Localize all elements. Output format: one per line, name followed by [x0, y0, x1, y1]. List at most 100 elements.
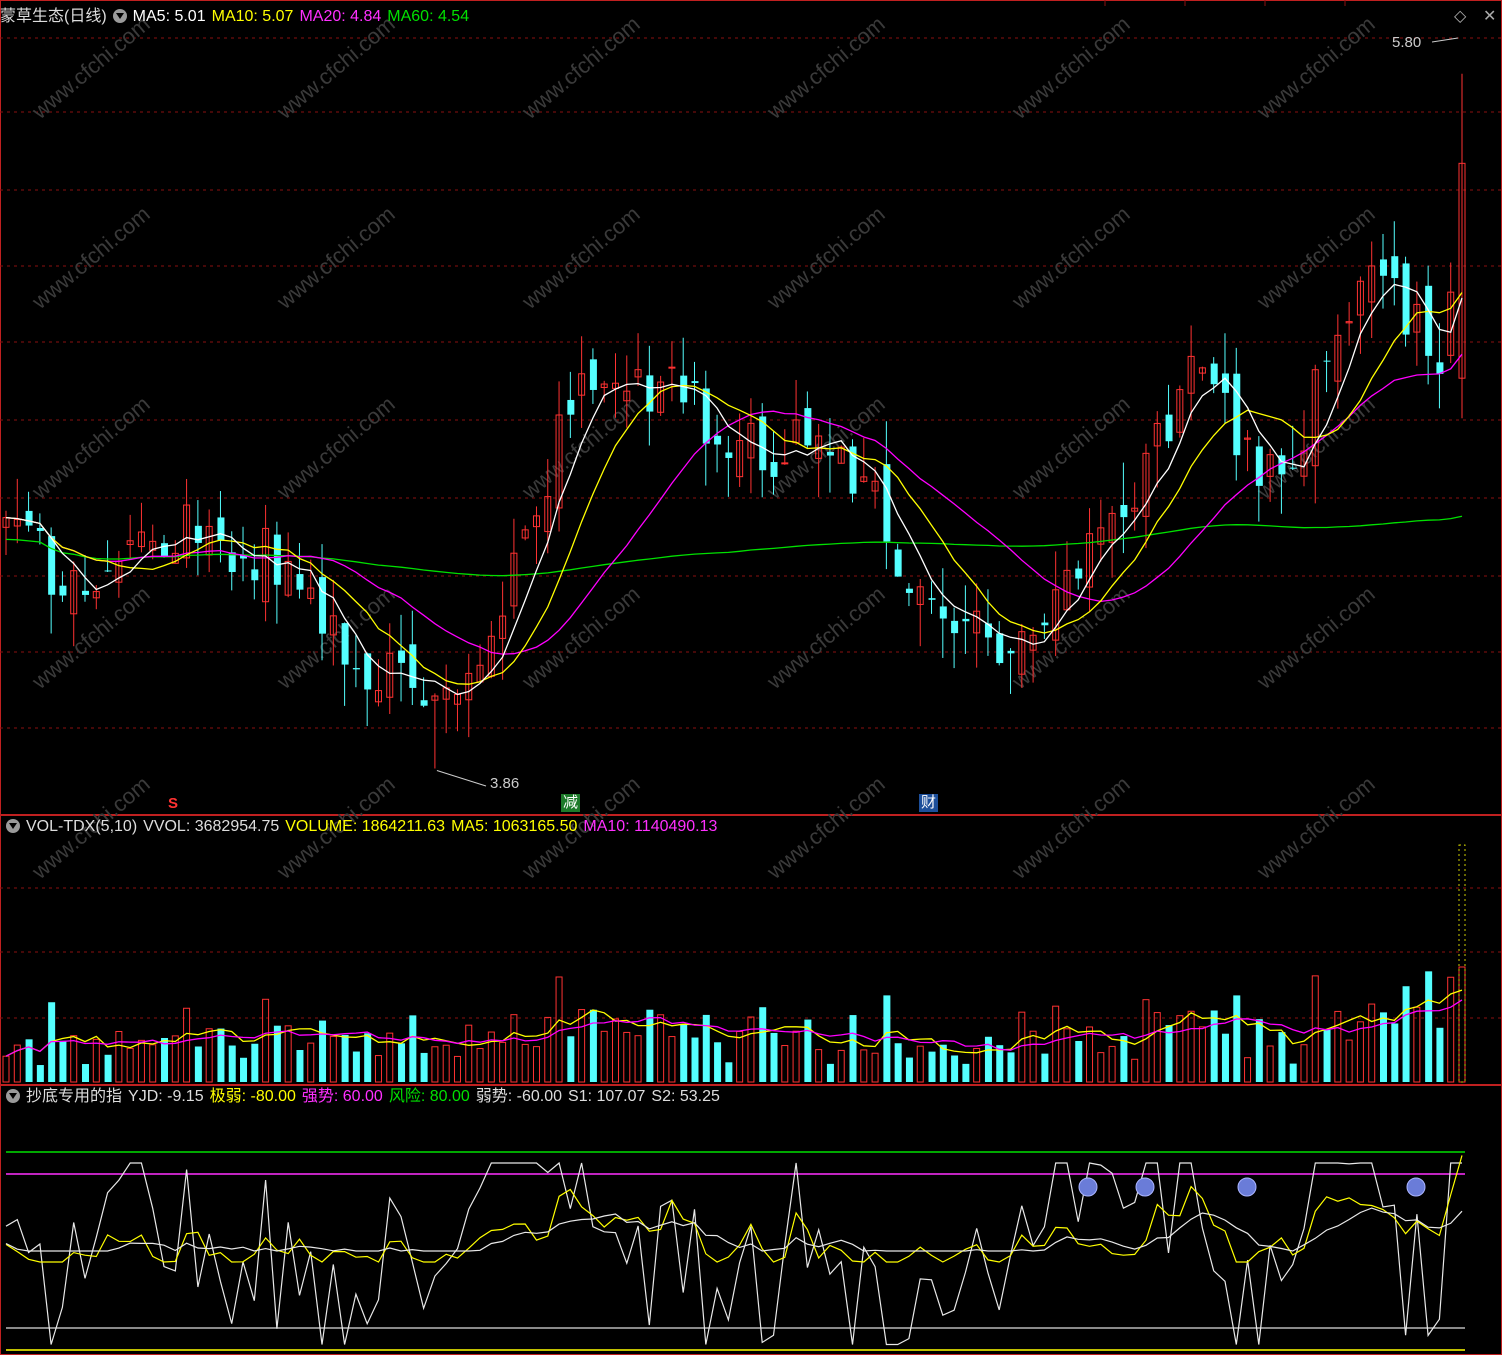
volume-bar-up [92, 1038, 100, 1083]
volume-bar-down [567, 1036, 575, 1082]
candle-body-down [894, 549, 902, 577]
watermark: www.cfchi.com [1006, 581, 1134, 694]
volume-bar-up [115, 1031, 123, 1083]
marker-cai[interactable]: 财 [919, 794, 939, 812]
candle-body-down [646, 375, 654, 412]
indicator-title: 抄底专用的指 [26, 1088, 123, 1105]
volume-bar-up [1029, 1030, 1037, 1083]
watermark: www.cfchi.com [516, 11, 644, 124]
volume-bar-down [1221, 1033, 1229, 1082]
volume-bar-up [465, 1024, 473, 1083]
volume-bar-down [1436, 1027, 1444, 1082]
volume-bar-up [386, 1032, 394, 1083]
candle-body-down [714, 435, 722, 445]
candle-body-down [826, 452, 834, 456]
watermark: www.cfchi.com [1006, 11, 1134, 124]
volume-bar-down [849, 1015, 857, 1082]
candle-body-down [996, 633, 1004, 664]
candle-body-down [82, 590, 90, 595]
candle-body-down [770, 462, 778, 477]
volume-bar-up [499, 1041, 507, 1083]
candle-body-down [1120, 505, 1128, 518]
high-arrow [1431, 37, 1459, 43]
volume-bar-up [521, 1043, 529, 1083]
low-price-label: 3.86 [490, 775, 520, 792]
candle-body-down [36, 528, 44, 531]
candle-body-down [341, 623, 349, 665]
volume-bar-up [747, 1016, 755, 1083]
volume-bar-up [860, 1049, 868, 1083]
candle-body-down [296, 574, 304, 590]
sad-face-icon [1078, 1177, 1098, 1197]
candle-body-down [1379, 259, 1387, 276]
volume-bar-down [319, 1020, 327, 1082]
watermark: www.cfchi.com [1251, 581, 1379, 694]
yjd-readout: YJD: -9.15 [128, 1088, 204, 1105]
volume-readout: VOLUME: 1864211.63 [285, 818, 446, 835]
candle-body-down [939, 606, 947, 619]
candle-body-down [1165, 414, 1173, 442]
volume-bar-up [1142, 999, 1150, 1083]
volume-bar-down [420, 1052, 428, 1082]
volume-bar-up [476, 1048, 484, 1083]
candle-body-down [25, 510, 33, 526]
volume-bar-down [939, 1044, 947, 1082]
volume-bar-up [600, 1030, 608, 1083]
volume-bar-up [307, 1042, 315, 1083]
volume-bar-up [623, 1031, 631, 1083]
volume-bar-up [544, 1016, 552, 1083]
volume-bar-up [262, 998, 270, 1083]
volume-bar-up [815, 1049, 823, 1083]
volume-bar-down [161, 1037, 169, 1082]
ruoshi-readout: 弱势: -60.00 [475, 1088, 563, 1105]
volume-bar-down [984, 1036, 992, 1082]
volume-bar-up [1356, 1021, 1364, 1083]
candle-body-down [319, 577, 327, 634]
volume-bar-down [25, 1039, 33, 1082]
close-icon[interactable]: ✕ [1481, 8, 1498, 26]
candle-body-down [928, 598, 936, 600]
fengxian-readout: 风险: 80.00 [388, 1088, 470, 1105]
diamond-icon[interactable]: ◇ [1452, 8, 1468, 26]
ma10-readout: MA10: 5.07 [211, 8, 294, 25]
volume-bar-up [374, 1055, 382, 1083]
volume-bar-up [1187, 1010, 1195, 1083]
volume-bar-down [1210, 1010, 1218, 1082]
volume-bar-up [1244, 1057, 1252, 1083]
s1-readout: S1: 107.07 [568, 1088, 646, 1105]
candle-body-down [1391, 256, 1399, 279]
dropdown-icon[interactable] [112, 9, 127, 23]
dropdown-icon[interactable] [6, 1089, 20, 1103]
indicator-header: 抄底专用的指 YJD: -9.15 极弱: -80.00 强势: 60.00 风险: 8… [0, 1086, 726, 1108]
volume-bar-up [578, 1009, 586, 1083]
dropdown-icon[interactable] [6, 819, 20, 833]
volume-bar-down [826, 1063, 834, 1082]
candle-body-down [1041, 622, 1049, 626]
watermark: www.cfchi.com [761, 11, 889, 124]
volume-header: VOL-TDX(5,10) VVOL: 3682954.75 VOLUME: 186… [0, 816, 723, 838]
watermark: www.cfchi.com [761, 771, 889, 884]
volume-bar-down [894, 1043, 902, 1082]
volume-bar-up [1176, 1015, 1184, 1083]
volume-bar-down [240, 1057, 248, 1082]
candle-body-down [217, 517, 225, 541]
ma20-readout: MA20: 4.84 [299, 8, 382, 25]
candle-body-down [951, 620, 959, 634]
volume-bar-up [668, 1036, 676, 1083]
volume-bar-down [104, 1054, 112, 1082]
high-price-label: 5.80 [1392, 34, 1422, 51]
vol-ma5-readout: MA5: 1063165.50 [451, 818, 578, 835]
volume-bar-down [1165, 1025, 1173, 1082]
marker-s[interactable]: S [166, 795, 180, 813]
volume-bar-up [1334, 1010, 1342, 1083]
volume-bar-up [657, 1014, 665, 1083]
chart-canvas[interactable]: www.cfchi.com www.cfchi.com www.cfchi.com w… [0, 0, 1502, 1355]
volume-bar-up [871, 1052, 879, 1083]
watermark: www.cfchi.com [271, 201, 399, 314]
s2-line [5, 1207, 1463, 1252]
volume-bar-down [36, 1065, 44, 1082]
volume-bar-up [442, 1044, 450, 1083]
candle-body-down [251, 569, 259, 581]
marker-jian[interactable]: 减 [561, 794, 581, 812]
candle-body-down [1255, 446, 1263, 486]
